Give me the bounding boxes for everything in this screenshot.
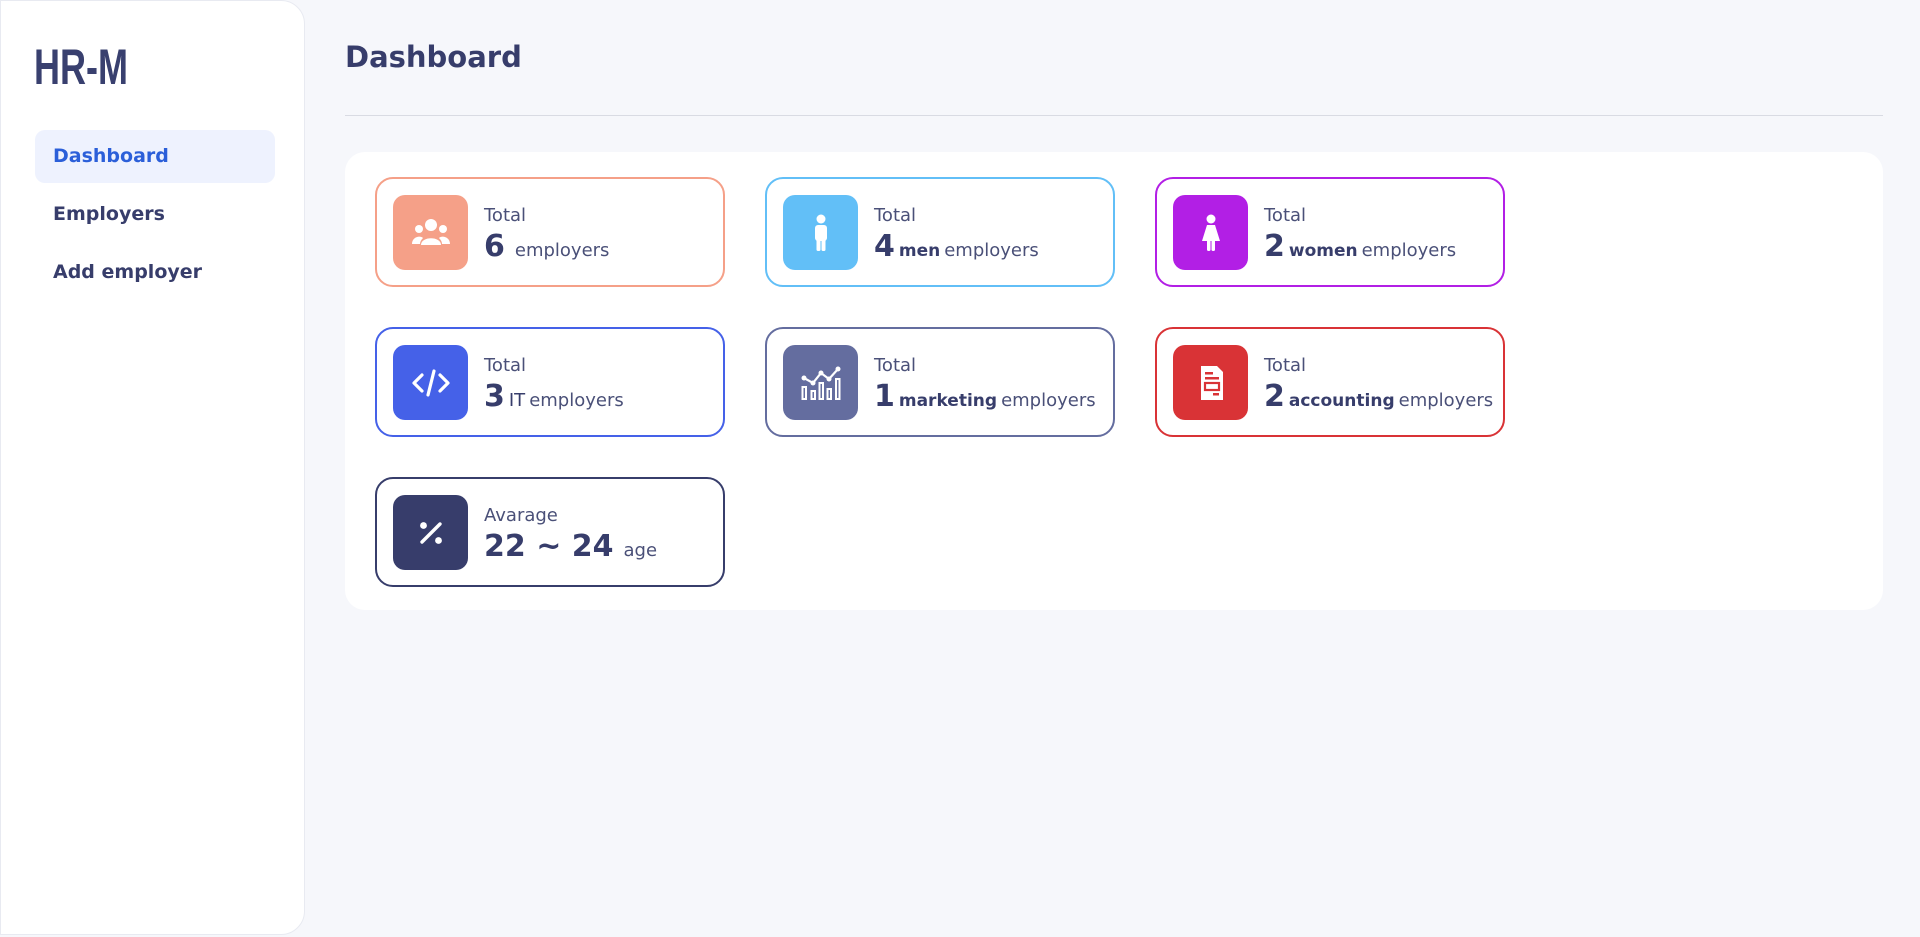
users-icon <box>411 218 450 245</box>
sidebar-item-add-employer[interactable]: Add employer <box>35 246 275 299</box>
card-category: accounting <box>1288 391 1395 411</box>
card-value: 2 women employers <box>1264 229 1456 264</box>
percent-icon <box>419 521 442 544</box>
card-label: Total <box>874 355 917 376</box>
card-unit: age <box>623 540 658 561</box>
card-unit: employers <box>1001 390 1096 411</box>
card-unit: employers <box>529 390 624 411</box>
card-label: Avarage <box>484 505 558 526</box>
card-value: 1 marketing employers <box>874 379 1096 414</box>
card-value: 6 employers <box>484 229 609 264</box>
stat-card-accounting: Total 2 accounting employers <box>1155 327 1505 437</box>
stats-panel: Total 6employers Total 4menemployers <box>345 152 1883 610</box>
stat-card-it: Total 3 IT employers <box>375 327 725 437</box>
icon-box <box>393 195 468 270</box>
card-label: Total <box>1264 355 1307 376</box>
card-number: 2 <box>1264 379 1285 414</box>
icon-box <box>393 345 468 420</box>
card-number: 4 <box>874 229 895 264</box>
card-number: 3 <box>484 379 505 414</box>
woman-icon <box>1201 214 1220 251</box>
card-number: 1 <box>874 379 895 414</box>
card-label: Total <box>874 205 917 226</box>
icon-box <box>783 195 858 270</box>
card-value: 2 accounting employers <box>1264 379 1493 414</box>
card-value: 4 men employers <box>874 229 1039 264</box>
sidebar-item-dashboard[interactable]: Dashboard <box>35 130 275 183</box>
stat-card-marketing: Total 1 marketing employers <box>765 327 1115 437</box>
card-category: men <box>898 241 941 261</box>
card-label: Total <box>1264 205 1307 226</box>
sidebar-nav: Dashboard Employers Add employer <box>35 130 275 304</box>
code-icon <box>411 368 450 397</box>
card-unit: employers <box>1398 390 1494 411</box>
invoice-icon <box>1200 365 1223 400</box>
card-unit: employers <box>514 240 610 261</box>
card-category: marketing <box>898 391 998 411</box>
sidebar: HR-M Dashboard Employers Add employer <box>0 0 305 935</box>
app-logo[interactable]: HR-M <box>34 37 128 97</box>
card-number: 6 <box>484 229 505 264</box>
icon-box <box>1173 345 1248 420</box>
card-label: Total <box>484 355 527 376</box>
card-value: 3 IT employers <box>484 379 624 414</box>
stat-card-total: Total 6 employers <box>375 177 725 287</box>
card-number: 2 <box>1264 229 1285 264</box>
card-unit: employers <box>1361 240 1457 261</box>
icon-box <box>783 345 858 420</box>
page-title: Dashboard <box>345 40 522 74</box>
icon-box <box>1173 195 1248 270</box>
man-icon <box>814 214 827 251</box>
card-value: 22 ~ 24 age <box>484 529 657 564</box>
stat-card-average-age: Avarage 22 ~ 24 age <box>375 477 725 587</box>
sidebar-item-employers[interactable]: Employers <box>35 188 275 241</box>
card-unit: employers <box>944 240 1039 261</box>
card-label: Total <box>484 205 527 226</box>
card-number: 22 ~ 24 <box>484 529 614 564</box>
chart-icon <box>801 366 840 400</box>
card-category: women <box>1288 241 1358 261</box>
card-category: IT <box>508 390 526 411</box>
icon-box <box>393 495 468 570</box>
divider <box>345 115 1883 116</box>
stat-card-women: Total 2 women employers <box>1155 177 1505 287</box>
stat-card-men: Total 4 men employers <box>765 177 1115 287</box>
